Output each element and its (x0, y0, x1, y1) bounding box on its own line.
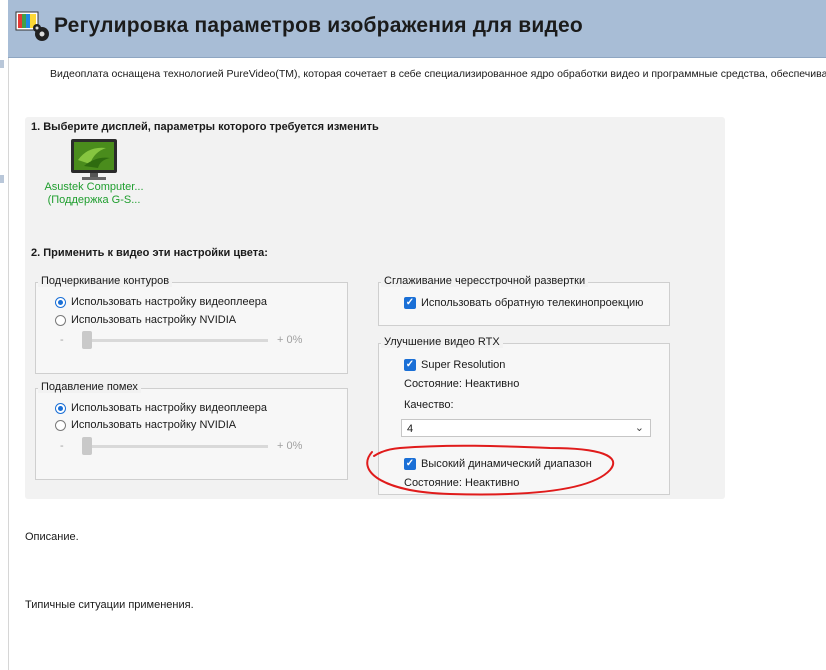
left-edge-marker (0, 60, 4, 68)
rtx-video-title: Улучшение видео RTX (381, 336, 503, 348)
radio-unselected-icon[interactable] (55, 314, 66, 326)
left-edge-bar (0, 0, 9, 670)
noise-player-radio[interactable]: Использовать настройку видеоплеера (55, 402, 267, 414)
step1-title: 1. Выберите дисплей, параметры которого … (31, 121, 379, 133)
noise-slider[interactable]: - + 0% (60, 437, 340, 457)
intro-description: Видеоплата оснащена технологией PureVide… (50, 68, 826, 80)
edge-player-radio[interactable]: Использовать настройку видеоплеера (55, 296, 267, 308)
quality-dropdown[interactable]: 4 ⌄ (401, 419, 651, 437)
super-resolution-status: Состояние: Неактивно (404, 378, 520, 390)
edge-nvidia-label: Использовать настройку NVIDIA (71, 314, 237, 326)
noise-slider-track (82, 445, 268, 448)
edge-player-label: Использовать настройку видеоплеера (71, 296, 267, 308)
noise-slider-value: + 0% (277, 440, 303, 452)
quality-value: 4 (407, 423, 414, 435)
step2-title: 2. Применить к видео эти настройки цвета… (31, 247, 268, 259)
super-resolution-label: Super Resolution (421, 359, 506, 371)
display-name-line1[interactable]: Asustek Computer... (39, 181, 149, 193)
noise-slider-minus: - (60, 440, 64, 452)
radio-unselected-icon[interactable] (55, 419, 66, 431)
noise-slider-thumb[interactable] (82, 437, 92, 455)
page-title: Регулировка параметров изображения для в… (54, 14, 583, 37)
checkmark-icon[interactable]: ✓ (404, 297, 416, 309)
super-resolution-checkbox[interactable]: ✓ Super Resolution (404, 359, 505, 371)
edge-slider-value: + 0% (277, 334, 303, 346)
typical-usage-label: Типичные ситуации применения. (25, 599, 194, 611)
display-name-line2[interactable]: (Поддержка G-S... (39, 194, 149, 206)
radio-selected-icon[interactable] (55, 296, 66, 308)
edge-slider[interactable]: - + 0% (60, 331, 340, 351)
page-header: Регулировка параметров изображения для в… (8, 0, 826, 58)
inverse-telecine-label: Использовать обратную телекинопроекцию (421, 297, 644, 309)
edge-slider-thumb[interactable] (82, 331, 92, 349)
checkmark-icon[interactable]: ✓ (404, 359, 416, 371)
nvidia-video-settings-icon (15, 11, 49, 41)
noise-reduction-title: Подавление помех (38, 381, 141, 393)
annotation-highlight-ellipse (366, 444, 615, 496)
noise-player-label: Использовать настройку видеоплеера (71, 402, 267, 414)
quality-label: Качество: (404, 399, 454, 411)
noise-nvidia-label: Использовать настройку NVIDIA (71, 419, 237, 431)
edge-slider-minus: - (60, 334, 64, 346)
inverse-telecine-checkbox[interactable]: ✓ Использовать обратную телекинопроекцию (404, 297, 643, 309)
radio-selected-icon[interactable] (55, 402, 66, 414)
chevron-down-icon[interactable]: ⌄ (635, 421, 644, 434)
display-monitor-icon[interactable] (70, 138, 118, 182)
description-label: Описание. (25, 531, 79, 543)
edge-enhancement-title: Подчеркивание контуров (38, 275, 173, 287)
edge-slider-track (82, 339, 268, 342)
edge-nvidia-radio[interactable]: Использовать настройку NVIDIA (55, 314, 236, 326)
noise-nvidia-radio[interactable]: Использовать настройку NVIDIA (55, 419, 236, 431)
deinterlacing-title: Сглаживание чересстрочной развертки (381, 275, 589, 287)
left-edge-marker (0, 175, 4, 183)
